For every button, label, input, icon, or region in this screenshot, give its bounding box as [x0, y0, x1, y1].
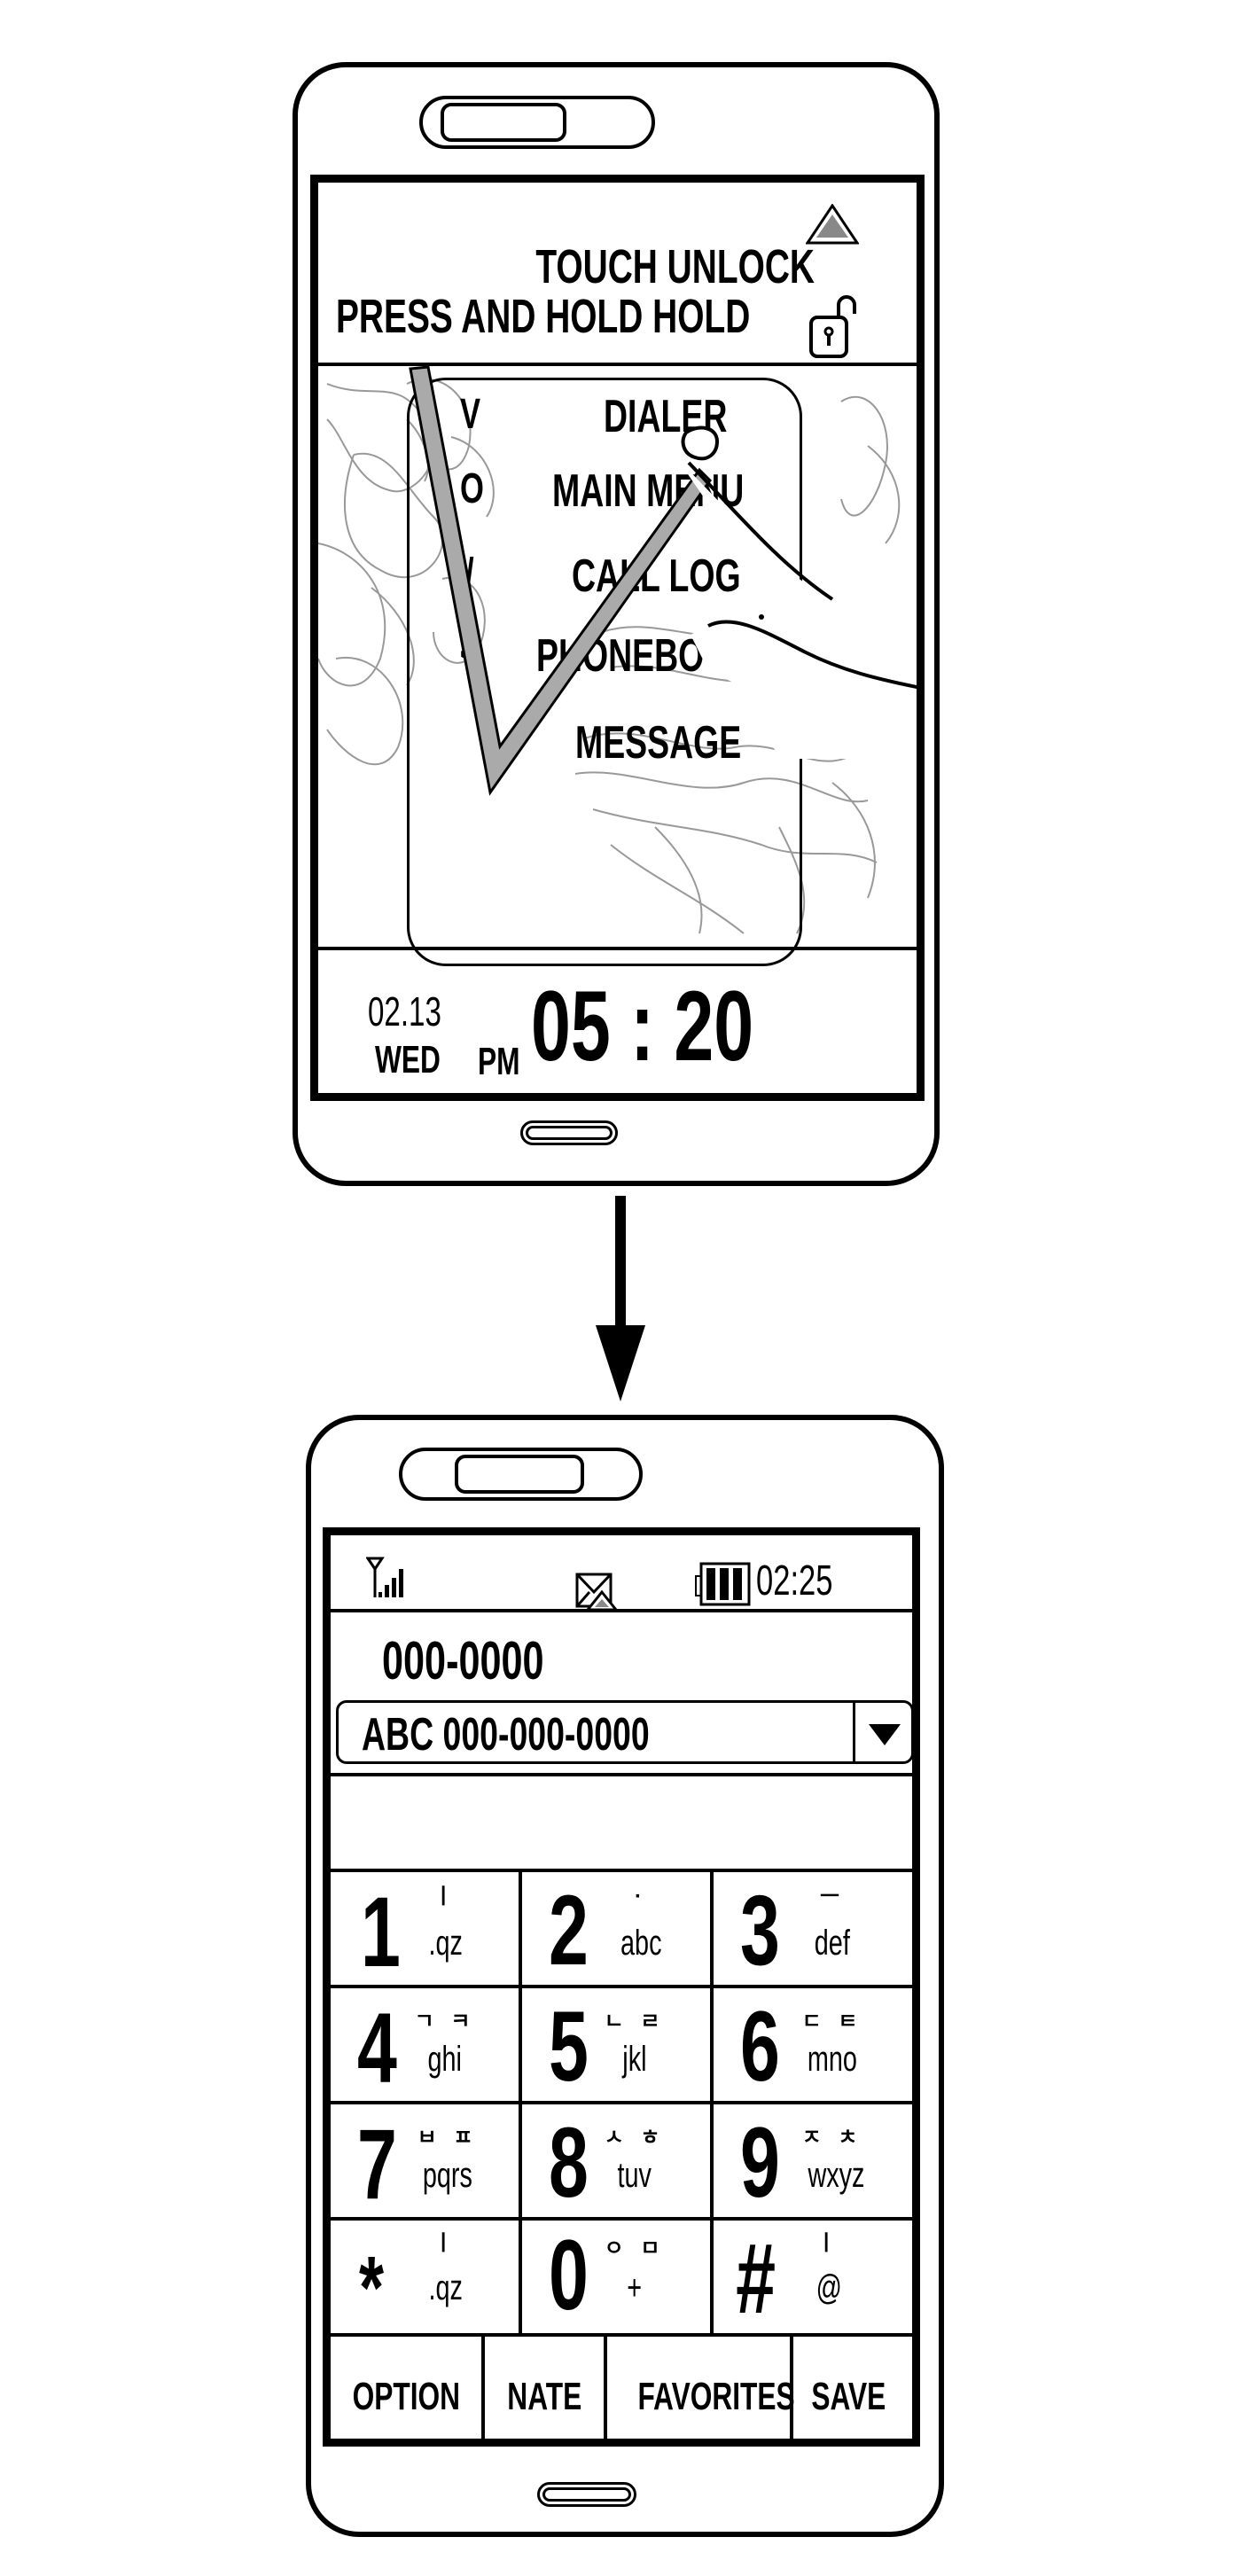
- earpiece-slot: [455, 1455, 584, 1494]
- key-1[interactable]: 1 ㅣ .qz: [331, 1872, 519, 1985]
- key-star-letters: .qz: [428, 2268, 464, 2307]
- key-9-letters: wxyz: [808, 2156, 865, 2195]
- key-star-hangul: ㅣ: [433, 2231, 459, 2255]
- key-0-hangul: ㅇ ㅁ: [604, 2236, 666, 2260]
- dropdown-arrow-icon[interactable]: [867, 1722, 902, 1747]
- key-9[interactable]: 9 ㅈ ㅊ wxyz: [714, 2104, 903, 2217]
- key-2-letters: abc: [620, 1924, 662, 1963]
- key-7[interactable]: 7 ㅂ ㅍ pqrs: [331, 2104, 519, 2217]
- key-5-hangul: ㄴ ㄹ: [604, 2010, 666, 2033]
- key-1-letters: .qz: [428, 1924, 464, 1963]
- key-8[interactable]: 8 ㅅ ㅎ tuv: [522, 2104, 710, 2217]
- key-hash-letters: @: [815, 2268, 842, 2307]
- key-5-letters: jkl: [622, 2040, 647, 2079]
- home-button-slot: [526, 1126, 613, 1140]
- arrow-down-icon: [596, 1196, 645, 1401]
- key-4-letters: ghi: [427, 2040, 463, 2079]
- contact-suggestion-dropdown[interactable]: ABC 000-000-0000: [336, 1700, 912, 1764]
- status-time: 02:25: [756, 1557, 833, 1604]
- key-8-letters: tuv: [617, 2156, 652, 2195]
- envelope-icon[interactable]: [575, 1573, 618, 1612]
- lock-screen-display: TOUCH UNLOCK PRESS AND HOLD HOLD V O / D…: [310, 175, 925, 1101]
- suggestion-value: ABC 000-000-0000: [362, 1709, 650, 1760]
- clock-time: 05 : 20: [531, 971, 754, 1081]
- key-3-letters: def: [814, 1924, 851, 1963]
- softkey-row-divider: [331, 2333, 912, 2337]
- key-7-hangul: ㅂ ㅍ: [417, 2126, 479, 2150]
- key-0-letters: +: [627, 2268, 643, 2307]
- key-hash[interactable]: # ㅣ @: [714, 2221, 903, 2333]
- key-4[interactable]: 4 ㄱ ㅋ ghi: [331, 1988, 519, 2101]
- key-4-hangul: ㄱ ㅋ: [414, 2010, 476, 2033]
- softkey-option[interactable]: OPTION: [331, 2377, 481, 2416]
- status-bar-divider: [331, 1609, 912, 1612]
- key-6-hangul: ㄷ ㅌ: [801, 2010, 863, 2033]
- softkey-save[interactable]: SAVE: [793, 2377, 903, 2416]
- key-7-letters: pqrs: [422, 2156, 473, 2195]
- key-3[interactable]: 3 ㅡ def: [714, 1872, 903, 1985]
- earpiece-slot: [441, 103, 566, 142]
- key-0[interactable]: 0 ㅇ ㅁ +: [522, 2221, 710, 2333]
- key-8-hangul: ㅅ ㅎ: [604, 2126, 666, 2150]
- dialed-number[interactable]: 000-0000: [382, 1635, 607, 1688]
- footer-divider: [318, 947, 917, 950]
- hand-finger-illustration: [676, 425, 917, 759]
- key-star[interactable]: * ㅣ .qz: [331, 2221, 519, 2333]
- key-6[interactable]: 6 ㄷ ㅌ mno: [714, 1988, 903, 2101]
- weekday-label: WED: [375, 1038, 441, 1081]
- date-label: 02.13: [368, 988, 441, 1034]
- key-2[interactable]: 2 · abc: [522, 1872, 710, 1985]
- ampm-label: PM: [478, 1040, 520, 1083]
- suggestion-divider: [331, 1773, 912, 1776]
- key-2-hangul: ·: [635, 1885, 647, 1909]
- softkey-favorites[interactable]: FAVORITES: [607, 2377, 794, 2416]
- dialer-display: 02:25 000-0000 ABC 000-000-0000 1 ㅣ .qz …: [323, 1527, 920, 2447]
- key-hash-hangul: ㅣ: [815, 2231, 842, 2255]
- softkey-nate[interactable]: NATE: [485, 2377, 604, 2416]
- home-button-slot: [542, 2487, 631, 2502]
- key-1-hangul: ㅣ: [433, 1885, 459, 1909]
- signal-strength-icon: [366, 1557, 403, 1597]
- key-6-letters: mno: [807, 2040, 858, 2079]
- key-9-hangul: ㅈ ㅊ: [801, 2126, 863, 2150]
- battery-full-icon: [695, 1562, 751, 1606]
- key-3-hangul: ㅡ: [819, 1885, 846, 1909]
- dropdown-separator: [853, 1703, 855, 1761]
- key-5[interactable]: 5 ㄴ ㄹ jkl: [522, 1988, 710, 2101]
